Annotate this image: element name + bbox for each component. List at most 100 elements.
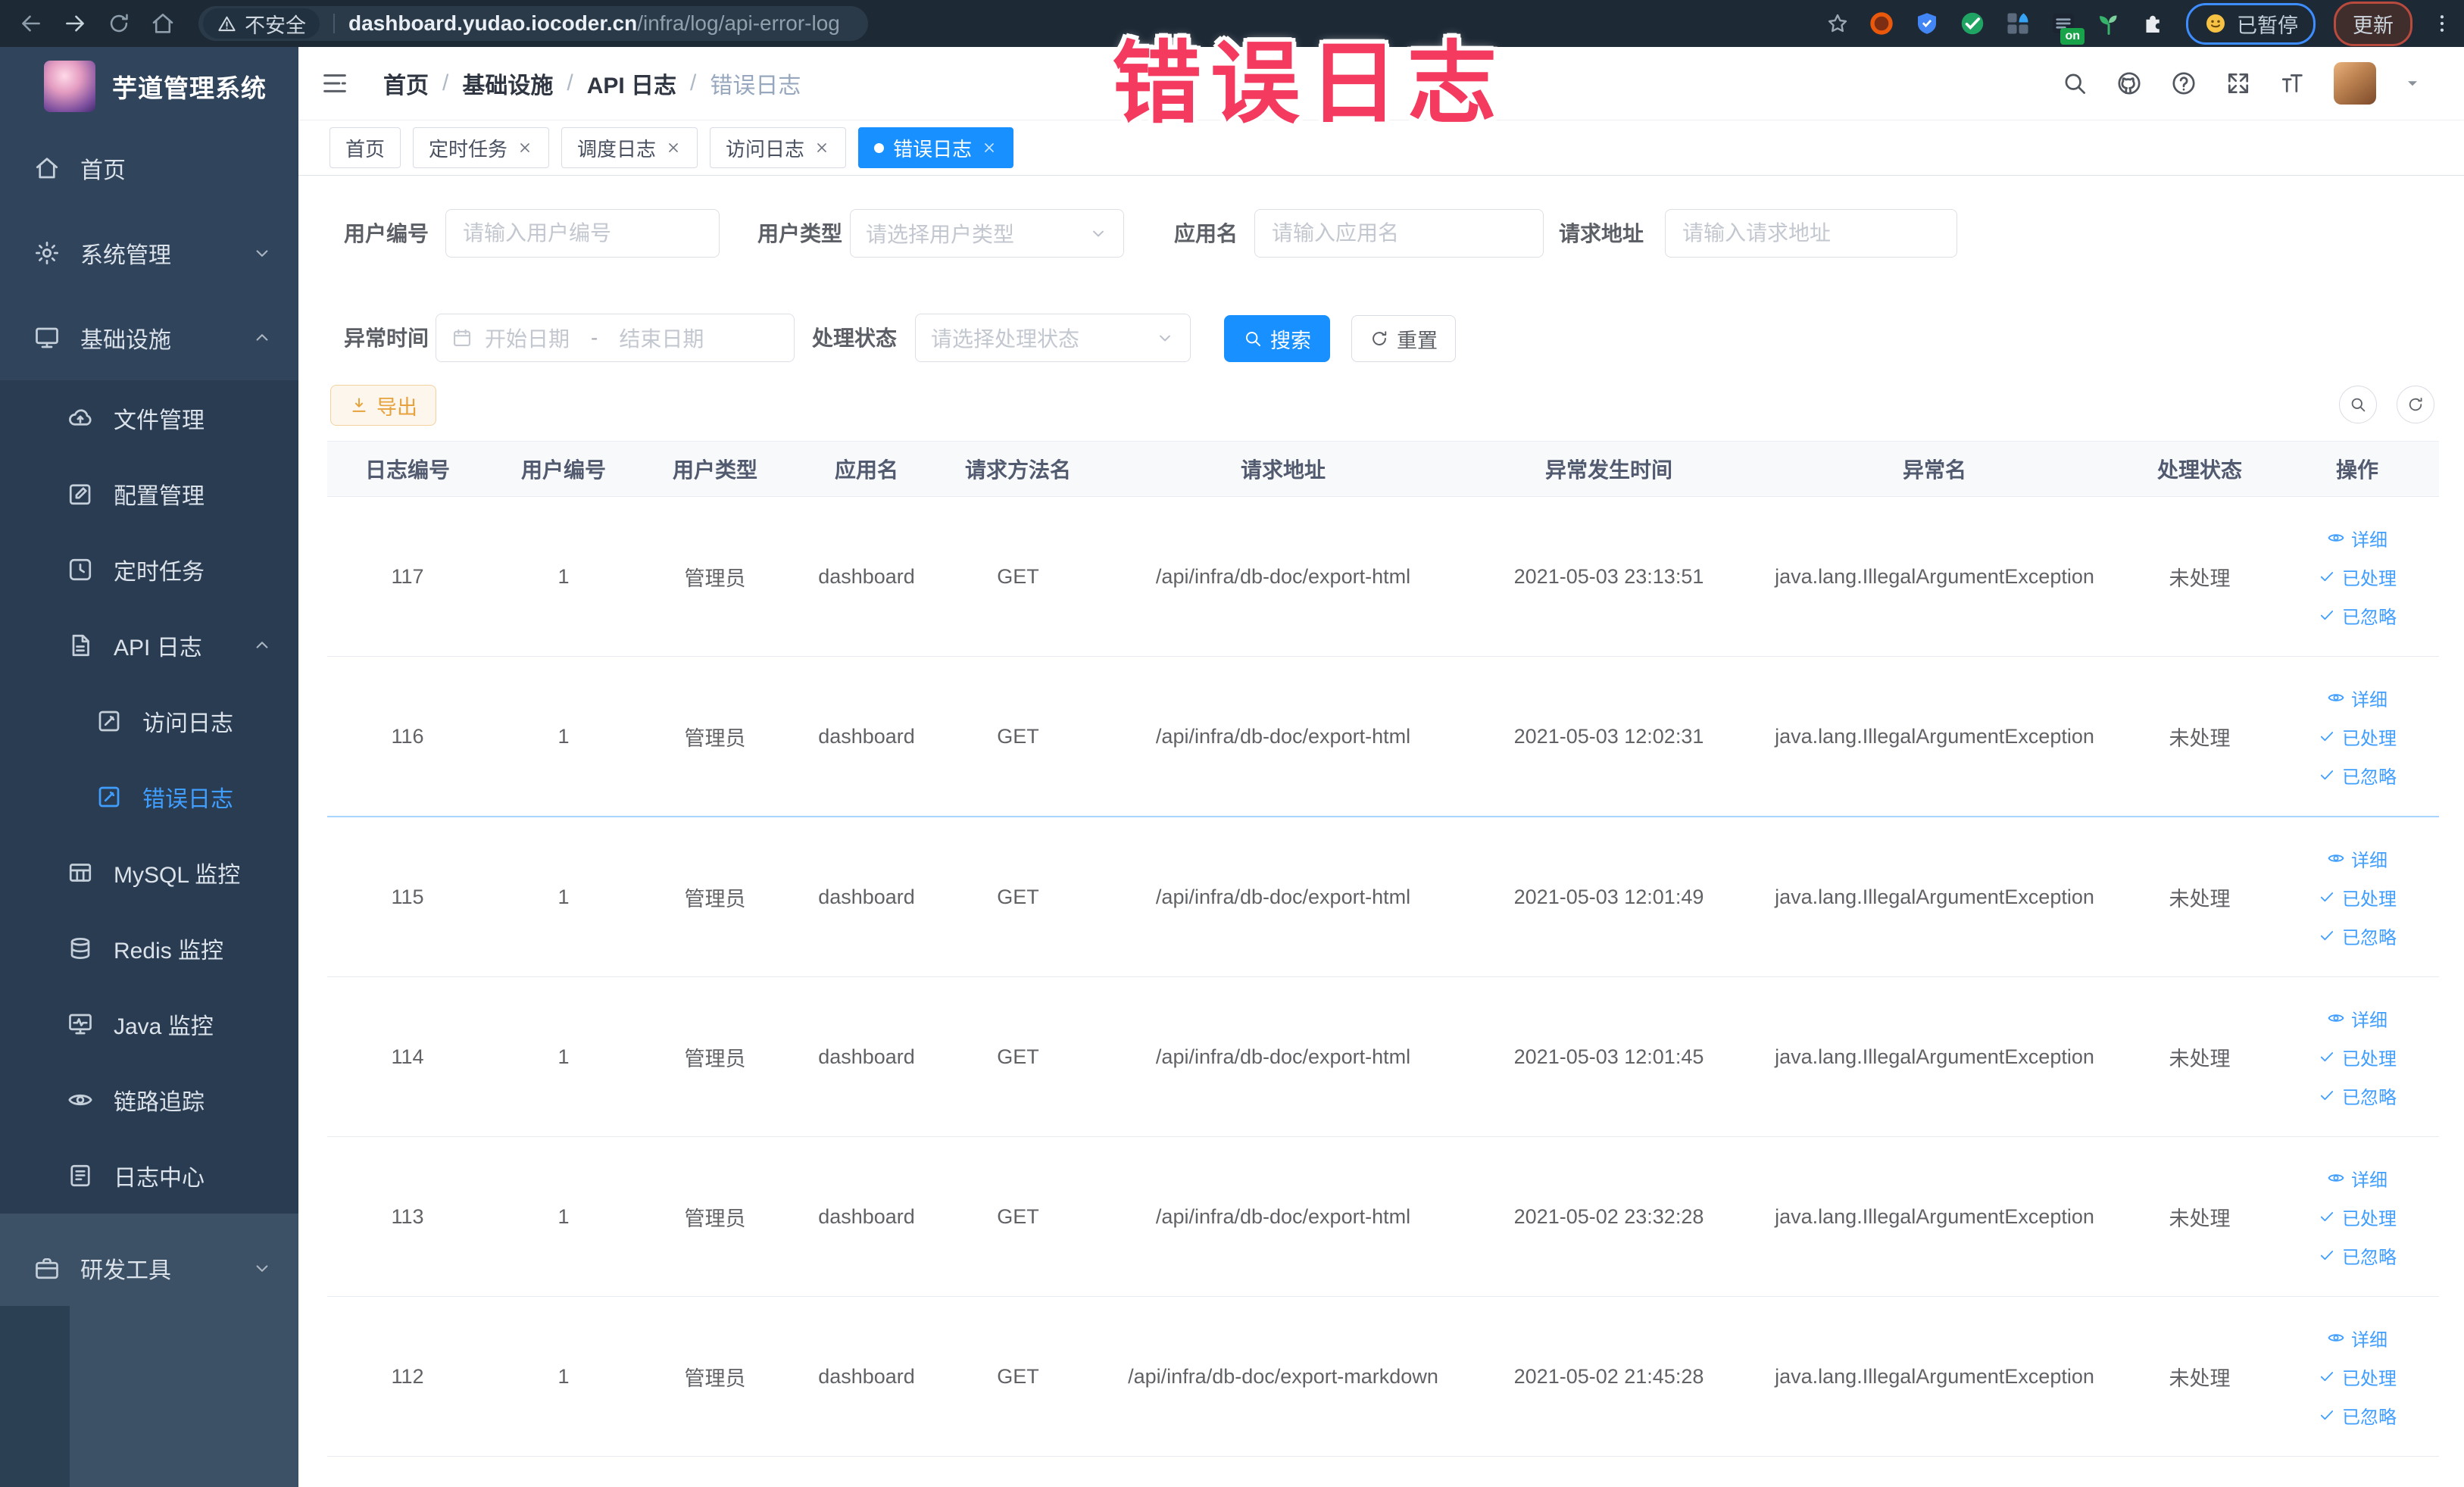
cell-exception_time: 2021-05-03 12:01:49 — [1513, 885, 1704, 908]
breadcrumb-item[interactable]: 首页 — [383, 67, 429, 100]
browser-forward-icon[interactable] — [62, 11, 88, 36]
table-header: 日志编号 用户编号 用户类型 应用名 请求方法名 请求地址 异常发生时间 异常名 处理状态 操作 — [327, 441, 2439, 497]
extension-orange-icon[interactable] — [1868, 10, 1895, 37]
cell-app_name: dashboard — [818, 1364, 915, 1388]
bookmark-star-icon[interactable] — [1825, 11, 1850, 36]
tab-2[interactable]: 调度日志 — [561, 127, 698, 168]
sidebar-item-4[interactable]: 配置管理 — [0, 456, 298, 532]
action-ignored-link[interactable]: 已忽略 — [2318, 1242, 2397, 1269]
check-icon — [2318, 766, 2336, 784]
address-bar[interactable]: 不安全 dashboard.yudao.iocoder.cn/infra/log… — [198, 6, 868, 41]
extension-grid-icon[interactable] — [2004, 10, 2031, 37]
sidebar-logo-row[interactable]: 芋道管理系统 — [0, 47, 298, 126]
action-ignored-link[interactable]: 已忽略 — [2318, 762, 2397, 789]
reset-button[interactable]: 重置 — [1351, 315, 1456, 362]
tab-3[interactable]: 访问日志 — [710, 127, 847, 168]
action-processed-link[interactable]: 已处理 — [2318, 884, 2397, 911]
action-processed-link[interactable]: 已处理 — [2318, 723, 2397, 750]
user-avatar[interactable] — [2334, 62, 2376, 105]
action-label: 详细 — [2351, 530, 2387, 551]
action-processed-link[interactable]: 已处理 — [2318, 564, 2397, 590]
close-icon[interactable] — [517, 139, 533, 156]
process-status-select[interactable]: 请选择处理状态 — [915, 314, 1191, 362]
browser-reload-icon[interactable] — [106, 11, 132, 36]
tab-label: 调度日志 — [577, 137, 657, 161]
breadcrumb-item[interactable]: 基础设施 — [462, 67, 553, 100]
search-icon[interactable] — [2061, 70, 2088, 97]
action-detail-link[interactable]: 详细 — [2327, 685, 2387, 711]
user-id-field[interactable] — [445, 209, 720, 258]
sidebar-item-11[interactable]: Java 监控 — [0, 986, 298, 1062]
site-security-chip[interactable]: 不安全 — [203, 8, 320, 39]
update-button[interactable]: 更新 — [2334, 1, 2412, 46]
action-ignored-link[interactable]: 已忽略 — [2318, 602, 2397, 629]
extension-green-icon[interactable] — [1959, 10, 1986, 37]
breadcrumb-item[interactable]: API 日志 — [587, 67, 676, 100]
user-id-input[interactable] — [461, 220, 704, 246]
caret-down-icon[interactable] — [2403, 74, 2422, 92]
column-header: 应用名 — [834, 458, 898, 482]
fullscreen-icon[interactable] — [2225, 70, 2252, 97]
sidebar-item-0[interactable]: 首页 — [0, 126, 298, 211]
action-detail-link[interactable]: 详细 — [2327, 1325, 2387, 1351]
extension-shield-icon[interactable] — [1913, 10, 1941, 37]
action-detail-link[interactable]: 详细 — [2327, 525, 2387, 551]
tab-0[interactable]: 首页 — [329, 127, 401, 168]
sidebar-item-13[interactable]: 日志中心 — [0, 1138, 298, 1214]
cell-log_id: 116 — [391, 724, 424, 748]
action-ignored-link[interactable]: 已忽略 — [2318, 1082, 2397, 1109]
close-icon[interactable] — [814, 139, 830, 156]
request-url-input[interactable] — [1681, 220, 1941, 246]
help-icon[interactable] — [2170, 70, 2197, 97]
sidebar-item-5[interactable]: 定时任务 — [0, 532, 298, 608]
action-processed-link[interactable]: 已处理 — [2318, 1044, 2397, 1070]
sidebar-item-1[interactable]: 系统管理 — [0, 211, 298, 295]
refresh-table-button[interactable] — [2397, 386, 2434, 423]
action-processed-link[interactable]: 已处理 — [2318, 1204, 2397, 1230]
action-processed-link[interactable]: 已处理 — [2318, 1364, 2397, 1390]
action-ignored-link[interactable]: 已忽略 — [2318, 1402, 2397, 1429]
paused-extension-badge[interactable]: 已暂停 — [2186, 2, 2316, 45]
process-status-placeholder: 请选择处理状态 — [931, 327, 1080, 351]
toggle-search-button[interactable] — [2339, 386, 2377, 423]
browser-home-icon[interactable] — [150, 11, 176, 36]
date-range-picker[interactable]: 开始日期 - 结束日期 — [436, 314, 795, 362]
export-button[interactable]: 导出 — [330, 385, 436, 426]
sidebar-item-8[interactable]: 错误日志 — [0, 759, 298, 835]
app-name-input[interactable] — [1270, 220, 1528, 246]
hamburger-icon[interactable] — [320, 68, 350, 98]
close-icon[interactable] — [665, 139, 682, 156]
search-button[interactable]: 搜索 — [1224, 315, 1330, 362]
app-name-label: 应用名 — [1174, 222, 1238, 245]
action-ignored-link[interactable]: 已忽略 — [2318, 923, 2397, 949]
extension-sprout-icon[interactable] — [2095, 10, 2122, 37]
extension-list-icon[interactable]: on — [2050, 10, 2085, 45]
extension-puzzle-icon[interactable] — [2141, 10, 2168, 37]
sidebar-item-10[interactable]: Redis 监控 — [0, 911, 298, 986]
sidebar-item-12[interactable]: 链路追踪 — [0, 1062, 298, 1138]
github-icon[interactable] — [2116, 70, 2143, 97]
action-label: 已忽略 — [2342, 767, 2397, 788]
font-size-icon[interactable] — [2279, 70, 2306, 97]
action-detail-link[interactable]: 详细 — [2327, 1005, 2387, 1032]
cell-status: 未处理 — [2169, 1367, 2231, 1390]
action-label: 已处理 — [2342, 1048, 2397, 1070]
sidebar-item-9[interactable]: MySQL 监控 — [0, 835, 298, 911]
navbar-right — [2061, 62, 2464, 105]
action-detail-link[interactable]: 详细 — [2327, 845, 2387, 872]
close-icon[interactable] — [981, 139, 998, 156]
sidebar-item-3[interactable]: 文件管理 — [0, 380, 298, 456]
search-icon — [2349, 395, 2367, 414]
user-type-select[interactable]: 请选择用户类型 — [850, 209, 1124, 258]
sidebar-item-6[interactable]: API 日志 — [0, 608, 298, 683]
sidebar-item-14[interactable]: 研发工具 — [0, 1230, 298, 1306]
app-name-field[interactable] — [1254, 209, 1544, 258]
action-detail-link[interactable]: 详细 — [2327, 1165, 2387, 1192]
sidebar-item-7[interactable]: 访问日志 — [0, 683, 298, 759]
tab-4[interactable]: 错误日志 — [858, 127, 1014, 168]
browser-back-icon[interactable] — [18, 11, 44, 36]
request-url-field[interactable] — [1665, 209, 1957, 258]
sidebar-item-2[interactable]: 基础设施 — [0, 295, 298, 380]
browser-menu-icon[interactable] — [2431, 12, 2453, 35]
tab-1[interactable]: 定时任务 — [413, 127, 550, 168]
